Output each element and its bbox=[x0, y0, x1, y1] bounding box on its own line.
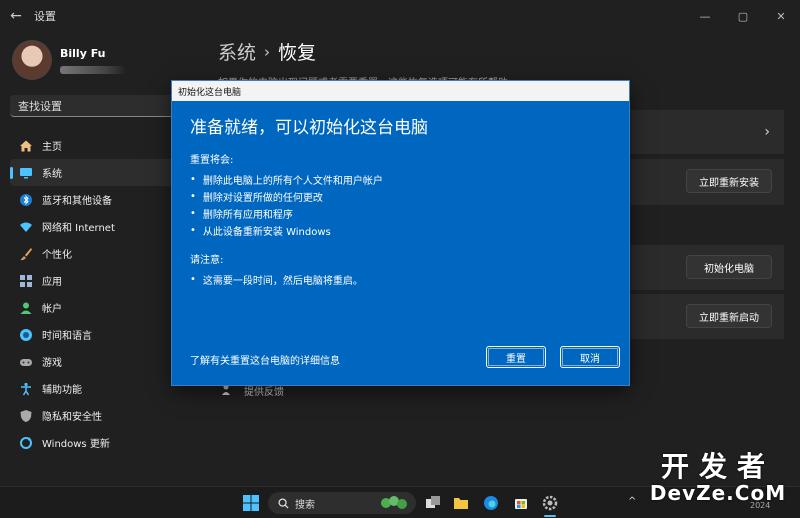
watermark-top: 开发者 bbox=[660, 450, 775, 483]
monitor-icon bbox=[18, 165, 34, 181]
list-item: 删除对设置所做的任何更改 bbox=[190, 188, 611, 205]
recovery-card-fix[interactable]: › bbox=[628, 110, 784, 154]
breadcrumb-parent[interactable]: 系统 bbox=[218, 38, 256, 65]
maximize-button[interactable]: ▢ bbox=[724, 0, 762, 32]
close-button[interactable]: ✕ bbox=[762, 0, 800, 32]
search-icon bbox=[278, 497, 289, 509]
breadcrumb: 系统 › 恢复 bbox=[218, 38, 316, 65]
back-button[interactable]: ← bbox=[0, 0, 32, 32]
store-icon[interactable] bbox=[510, 492, 532, 514]
user-profile[interactable]: Billy Fu bbox=[12, 40, 126, 80]
edge-browser-icon[interactable] bbox=[480, 492, 502, 514]
page-title: 恢复 bbox=[278, 42, 317, 64]
shield-icon bbox=[18, 408, 34, 424]
arrow-left-icon: ← bbox=[10, 8, 22, 24]
app-title: 设置 bbox=[34, 10, 56, 23]
active-app-indicator bbox=[544, 515, 556, 517]
taskbar: 搜索 ^ 2024 bbox=[0, 486, 800, 518]
user-name: Billy Fu bbox=[60, 46, 106, 60]
list-item: 从此设备重新安装 Windows bbox=[190, 222, 611, 239]
accessibility-icon bbox=[18, 381, 34, 397]
sidebar-item-windows-update[interactable]: Windows 更新 bbox=[10, 429, 226, 456]
sidebar-item-privacy[interactable]: 隐私和安全性 bbox=[10, 402, 226, 429]
home-icon bbox=[18, 138, 34, 154]
gamepad-icon bbox=[18, 354, 34, 370]
list-item: 删除所有应用和程序 bbox=[190, 205, 611, 222]
recovery-card-reinstall: 立即重新安装 bbox=[628, 159, 784, 205]
person-icon bbox=[18, 300, 34, 316]
cancel-button[interactable]: 取消 bbox=[560, 346, 620, 368]
settings-gear-icon[interactable] bbox=[539, 492, 561, 514]
brush-icon bbox=[18, 246, 34, 262]
windows-start-icon[interactable] bbox=[240, 492, 262, 514]
search-placeholder: 查找设置 bbox=[18, 99, 62, 113]
wifi-icon bbox=[18, 219, 34, 235]
dialog-will-list: 删除此电脑上的所有个人文件和用户帐户 删除对设置所做的任何更改 删除所有应用和程… bbox=[190, 171, 611, 239]
taskbar-search-label: 搜索 bbox=[295, 499, 315, 511]
taskbar-clock[interactable]: 2024 bbox=[750, 501, 770, 510]
list-item: 删除此电脑上的所有个人文件和用户帐户 bbox=[190, 171, 611, 188]
task-view-icon[interactable] bbox=[422, 492, 444, 514]
update-icon bbox=[18, 435, 34, 451]
dialog-note-label: 请注意: bbox=[190, 255, 224, 266]
search-highlight-icon bbox=[381, 496, 407, 509]
recovery-card-advanced-startup: 立即重新启动 bbox=[628, 294, 784, 339]
tray-chevron-icon[interactable]: ^ bbox=[628, 496, 636, 507]
dialog-will-label: 重置将会: bbox=[190, 155, 234, 166]
file-explorer-icon[interactable] bbox=[450, 492, 472, 514]
chevron-right-icon: › bbox=[764, 124, 770, 140]
taskbar-search[interactable]: 搜索 bbox=[268, 492, 416, 514]
dialog-heading: 准备就绪，可以初始化这台电脑 bbox=[190, 118, 428, 138]
reset-button[interactable]: 重置 bbox=[486, 346, 546, 368]
reset-pc-dialog: 初始化这台电脑 准备就绪，可以初始化这台电脑 重置将会: 删除此电脑上的所有个人… bbox=[172, 81, 629, 385]
reinstall-now-button[interactable]: 立即重新安装 bbox=[686, 169, 772, 193]
dialog-note-list: 这需要一段时间，然后电脑将重启。 bbox=[190, 271, 611, 288]
learn-more-link[interactable]: 了解有关重置这台电脑的详细信息 bbox=[190, 352, 340, 367]
recovery-card-reset: 初始化电脑 bbox=[628, 245, 784, 290]
user-email-blurred bbox=[60, 65, 126, 74]
title-bar: ← 设置 — ▢ ✕ bbox=[0, 0, 800, 32]
reset-pc-button[interactable]: 初始化电脑 bbox=[686, 255, 772, 279]
list-item: 这需要一段时间，然后电脑将重启。 bbox=[190, 271, 611, 288]
globe-clock-icon bbox=[18, 327, 34, 343]
bluetooth-icon bbox=[18, 192, 34, 208]
chevron-right-icon: › bbox=[264, 42, 271, 61]
window-controls: — ▢ ✕ bbox=[686, 0, 800, 32]
avatar bbox=[12, 40, 52, 80]
minimize-button[interactable]: — bbox=[686, 0, 724, 32]
dialog-title: 初始化这台电脑 bbox=[172, 81, 629, 101]
apps-icon bbox=[18, 273, 34, 289]
restart-now-button[interactable]: 立即重新启动 bbox=[686, 304, 772, 328]
